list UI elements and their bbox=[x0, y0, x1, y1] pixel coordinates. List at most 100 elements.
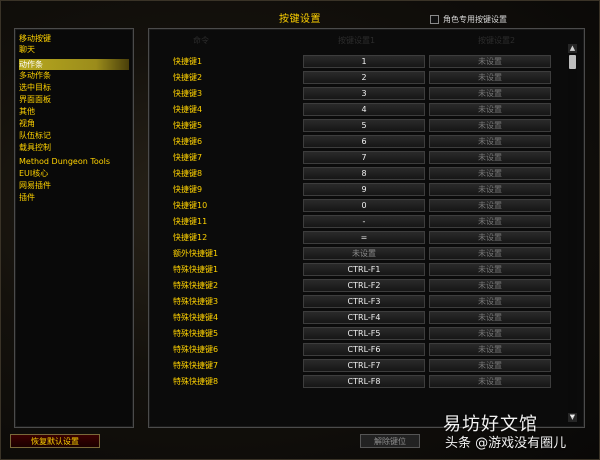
key1-button[interactable]: 7 bbox=[303, 151, 425, 164]
row-label: 特殊快捷键6 bbox=[173, 345, 219, 354]
category-item[interactable]: 聊天 bbox=[19, 44, 129, 55]
binding-list-scrollbar[interactable]: ▲ ▼ bbox=[568, 44, 577, 422]
key1-button[interactable]: CTRL-F8 bbox=[303, 375, 425, 388]
key2-button[interactable]: 未设置 bbox=[429, 231, 551, 244]
binding-row: 特殊快捷键7 CTRL-F7 未设置 bbox=[173, 359, 558, 374]
binding-row: 快捷键4 4 未设置 bbox=[173, 103, 558, 118]
category-item[interactable]: EUI核心 bbox=[19, 168, 129, 179]
row-label: 快捷键4 bbox=[173, 105, 203, 114]
scroll-up-icon[interactable]: ▲ bbox=[568, 44, 577, 53]
key1-button[interactable]: 5 bbox=[303, 119, 425, 132]
row-label: 快捷键2 bbox=[173, 73, 203, 82]
binding-row: 快捷键1 1 未设置 bbox=[173, 55, 558, 70]
binding-row: 快捷键6 6 未设置 bbox=[173, 135, 558, 150]
category-item[interactable]: 载具控制 bbox=[19, 142, 129, 153]
category-item[interactable]: 界面面板 bbox=[19, 94, 129, 105]
key2-button[interactable]: 未设置 bbox=[429, 263, 551, 276]
key2-button[interactable]: 未设置 bbox=[429, 343, 551, 356]
binding-row: 快捷键10 0 未设置 bbox=[173, 199, 558, 214]
key1-button[interactable]: CTRL-F5 bbox=[303, 327, 425, 340]
key2-button[interactable]: 未设置 bbox=[429, 199, 551, 212]
category-item[interactable]: 移动按键 bbox=[19, 33, 129, 44]
key1-button[interactable]: 3 bbox=[303, 87, 425, 100]
key1-button[interactable]: = bbox=[303, 231, 425, 244]
key2-button[interactable]: 未设置 bbox=[429, 103, 551, 116]
key1-button[interactable]: 未设置 bbox=[303, 247, 425, 260]
key2-button[interactable]: 未设置 bbox=[429, 279, 551, 292]
char-specific-label: 角色专用按键设置 bbox=[443, 15, 507, 24]
watermark-line2: 头条 @游戏没有圈儿 bbox=[445, 436, 567, 451]
key2-button[interactable]: 未设置 bbox=[429, 215, 551, 228]
key1-button[interactable]: - bbox=[303, 215, 425, 228]
key2-button[interactable]: 未设置 bbox=[429, 167, 551, 180]
key1-button[interactable]: 4 bbox=[303, 103, 425, 116]
key1-button[interactable]: CTRL-F3 bbox=[303, 295, 425, 308]
unbind-key-button[interactable]: 解除键位 bbox=[360, 434, 420, 448]
binding-row: 特殊快捷键1 CTRL-F1 未设置 bbox=[173, 263, 558, 278]
binding-row: 快捷键9 9 未设置 bbox=[173, 183, 558, 198]
binding-row: 特殊快捷键5 CTRL-F5 未设置 bbox=[173, 327, 558, 342]
category-item[interactable]: 队伍标记 bbox=[19, 130, 129, 141]
row-label: 特殊快捷键5 bbox=[173, 329, 219, 338]
row-label: 特殊快捷键2 bbox=[173, 281, 219, 290]
binding-row: 快捷键8 8 未设置 bbox=[173, 167, 558, 182]
key1-button[interactable]: 0 bbox=[303, 199, 425, 212]
row-label: 快捷键7 bbox=[173, 153, 203, 162]
row-label: 特殊快捷键1 bbox=[173, 265, 219, 274]
category-item[interactable]: 视角 bbox=[19, 118, 129, 129]
binding-row: 快捷键12 = 未设置 bbox=[173, 231, 558, 246]
column-header-key1: 按键设置1 bbox=[338, 36, 376, 45]
key2-button[interactable]: 未设置 bbox=[429, 247, 551, 260]
key2-button[interactable]: 未设置 bbox=[429, 87, 551, 100]
row-label: 快捷键6 bbox=[173, 137, 203, 146]
key1-button[interactable]: 2 bbox=[303, 71, 425, 84]
key1-button[interactable]: 8 bbox=[303, 167, 425, 180]
category-list: 移动按键 聊天 动作条 多动作条 选中目标 界面面板 其他 视角 队伍标记 载具… bbox=[14, 28, 134, 428]
char-specific-toggle[interactable]: 角色专用按键设置 bbox=[430, 14, 507, 25]
key2-button[interactable]: 未设置 bbox=[429, 295, 551, 308]
category-item[interactable]: 选中目标 bbox=[19, 82, 129, 93]
key1-button[interactable]: CTRL-F2 bbox=[303, 279, 425, 292]
window-title: 按键设置 bbox=[279, 14, 321, 25]
key2-button[interactable]: 未设置 bbox=[429, 71, 551, 84]
row-label: 快捷键1 bbox=[173, 57, 203, 66]
row-label: 快捷键5 bbox=[173, 121, 203, 130]
category-item[interactable]: 其他 bbox=[19, 106, 129, 117]
key2-button[interactable]: 未设置 bbox=[429, 55, 551, 68]
row-label: 特殊快捷键8 bbox=[173, 377, 219, 386]
key1-button[interactable]: CTRL-F7 bbox=[303, 359, 425, 372]
scroll-thumb[interactable] bbox=[569, 55, 576, 69]
char-specific-checkbox[interactable] bbox=[430, 15, 439, 24]
key2-button[interactable]: 未设置 bbox=[429, 311, 551, 324]
chevron-icon: ⌄ bbox=[568, 409, 577, 420]
column-header-action: 命令 bbox=[193, 36, 209, 45]
key2-button[interactable]: 未设置 bbox=[429, 359, 551, 372]
key1-button[interactable]: 1 bbox=[303, 55, 425, 68]
binding-row: 特殊快捷键4 CTRL-F4 未设置 bbox=[173, 311, 558, 326]
binding-row: 快捷键2 2 未设置 bbox=[173, 71, 558, 86]
reset-defaults-button[interactable]: 恢复默认设置 bbox=[10, 434, 100, 448]
key2-button[interactable]: 未设置 bbox=[429, 135, 551, 148]
row-label: 快捷键9 bbox=[173, 185, 203, 194]
column-header-key2: 按键设置2 bbox=[478, 36, 516, 45]
key1-button[interactable]: 6 bbox=[303, 135, 425, 148]
key1-button[interactable]: CTRL-F6 bbox=[303, 343, 425, 356]
key2-button[interactable]: 未设置 bbox=[429, 375, 551, 388]
row-label: 特殊快捷键7 bbox=[173, 361, 219, 370]
binding-row: 额外快捷键1 未设置 未设置 bbox=[173, 247, 558, 262]
category-item[interactable]: Method Dungeon Tools bbox=[19, 156, 129, 167]
key2-button[interactable]: 未设置 bbox=[429, 119, 551, 132]
key2-button[interactable]: 未设置 bbox=[429, 151, 551, 164]
category-item[interactable]: 网易插件 bbox=[19, 180, 129, 191]
key1-button[interactable]: 9 bbox=[303, 183, 425, 196]
key1-button[interactable]: CTRL-F4 bbox=[303, 311, 425, 324]
key1-button[interactable]: CTRL-F1 bbox=[303, 263, 425, 276]
key2-button[interactable]: 未设置 bbox=[429, 183, 551, 196]
category-item-selected[interactable]: 动作条 bbox=[19, 59, 129, 70]
category-item[interactable]: 多动作条 bbox=[19, 70, 129, 81]
row-label: 特殊快捷键3 bbox=[173, 297, 219, 306]
row-label: 额外快捷键1 bbox=[173, 249, 219, 258]
key2-button[interactable]: 未设置 bbox=[429, 327, 551, 340]
category-item[interactable]: 插件 bbox=[19, 192, 129, 203]
binding-row: 快捷键11 - 未设置 bbox=[173, 215, 558, 230]
